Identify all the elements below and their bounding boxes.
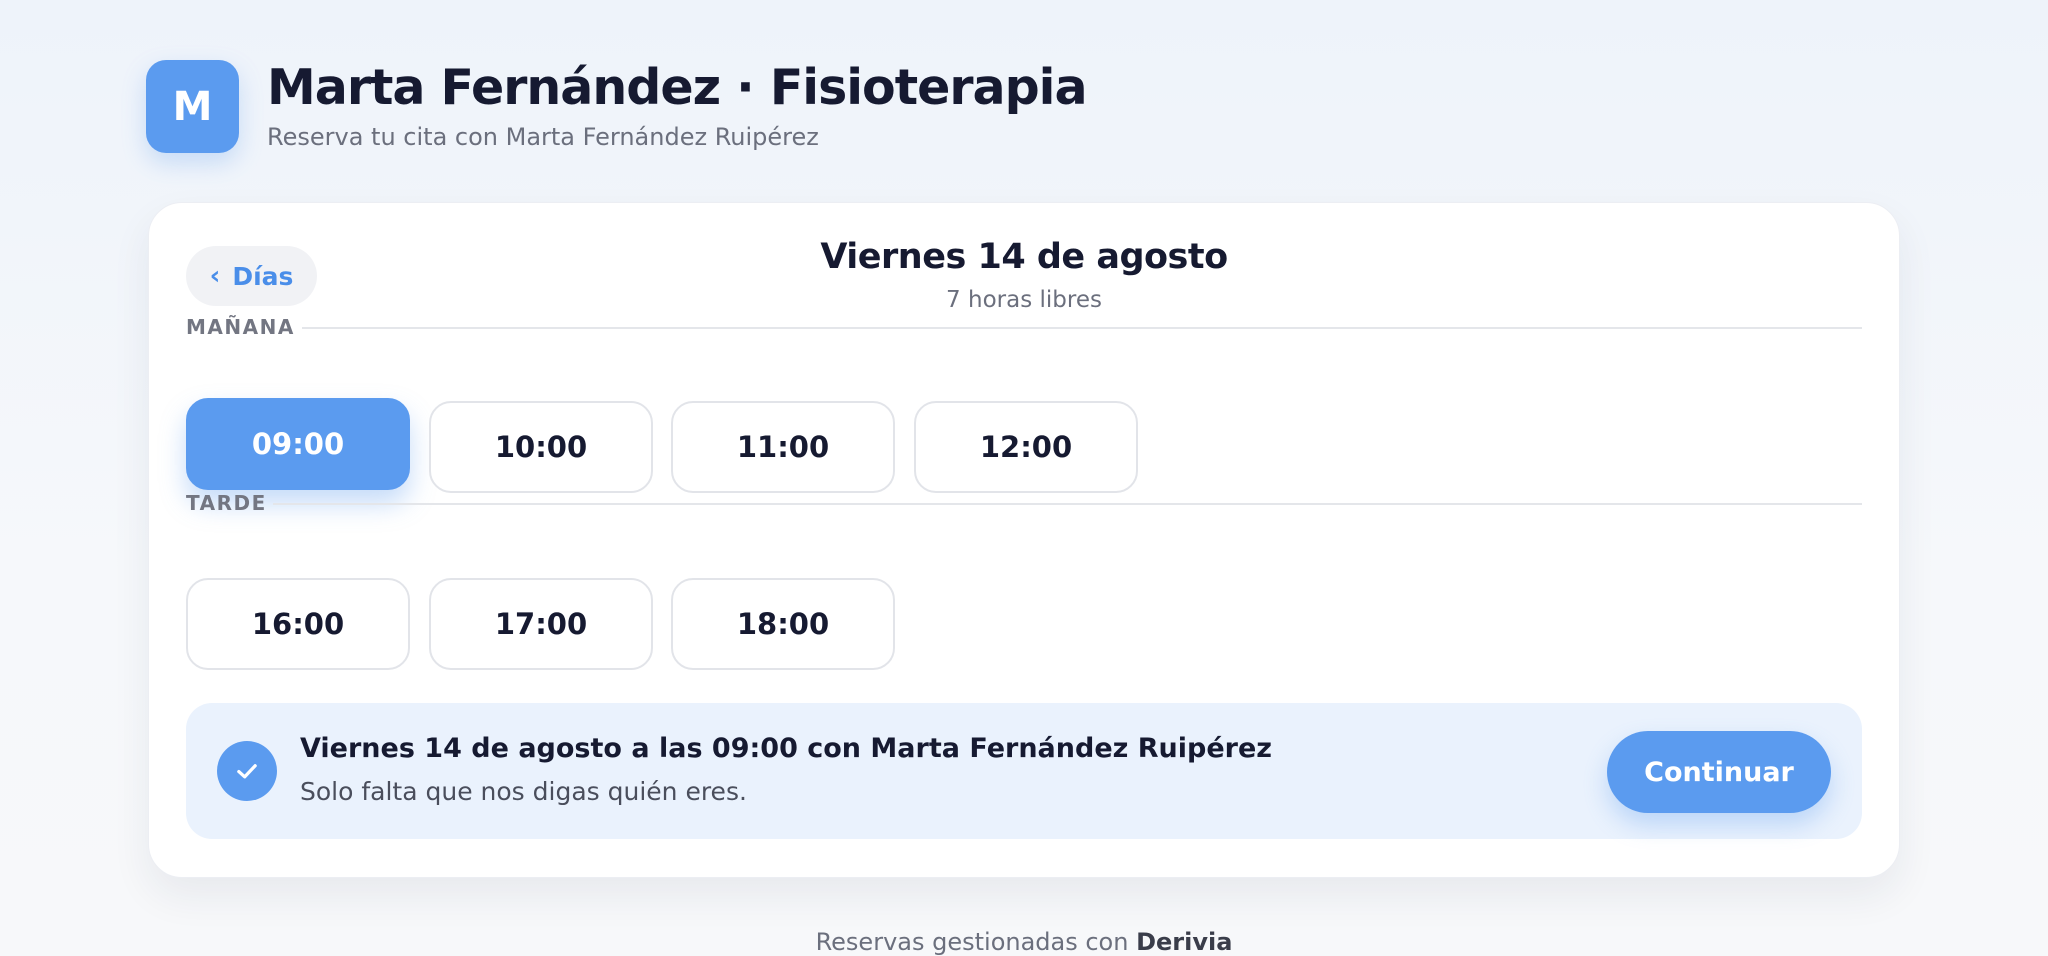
avatar: M xyxy=(146,60,239,153)
footer-prefix: Reservas gestionadas con xyxy=(815,928,1129,956)
time-slot-1800[interactable]: 18:00 xyxy=(671,578,895,670)
time-slot-1000[interactable]: 10:00 xyxy=(429,401,653,493)
summary-sub-text: Solo falta que nos digas quién eres. xyxy=(300,777,747,806)
check-icon xyxy=(217,741,277,801)
time-slot-1200[interactable]: 12:00 xyxy=(914,401,1138,493)
page-subtitle: Reserva tu cita con Marta Fernández Ruip… xyxy=(267,123,819,152)
time-slot-0900[interactable]: 09:00 xyxy=(186,398,410,490)
booking-page: M Marta Fernández · Fisioterapia Reserva… xyxy=(0,0,2048,956)
header-text: Marta Fernández · Fisioterapia Reserva t… xyxy=(267,58,1088,152)
section-divider-afternoon xyxy=(273,503,1862,505)
summary-main-text: Viernes 14 de agosto a las 09:00 con Mar… xyxy=(300,733,1272,764)
booking-summary: Viernes 14 de agosto a las 09:00 con Mar… xyxy=(186,703,1862,839)
time-slot-1600[interactable]: 16:00 xyxy=(186,578,410,670)
section-label-morning: MAÑANA xyxy=(186,315,295,339)
section-divider-morning xyxy=(302,327,1862,329)
footer-brand-link[interactable]: Derivia xyxy=(1136,928,1232,956)
time-slot-1700[interactable]: 17:00 xyxy=(429,578,653,670)
time-slot-1100[interactable]: 11:00 xyxy=(671,401,895,493)
booking-card: ‹ Días Viernes 14 de agosto 7 horas libr… xyxy=(148,202,1900,878)
page-header: M Marta Fernández · Fisioterapia Reserva… xyxy=(146,58,1088,153)
footer: Reservas gestionadas con Derivia xyxy=(0,928,2048,956)
selected-day-title: Viernes 14 de agosto xyxy=(820,237,1228,277)
page-title: Marta Fernández · Fisioterapia xyxy=(267,58,1088,116)
continue-button[interactable]: Continuar xyxy=(1607,731,1831,813)
free-hours-count: 7 horas libres xyxy=(946,287,1102,313)
section-label-afternoon: TARDE xyxy=(186,491,267,515)
